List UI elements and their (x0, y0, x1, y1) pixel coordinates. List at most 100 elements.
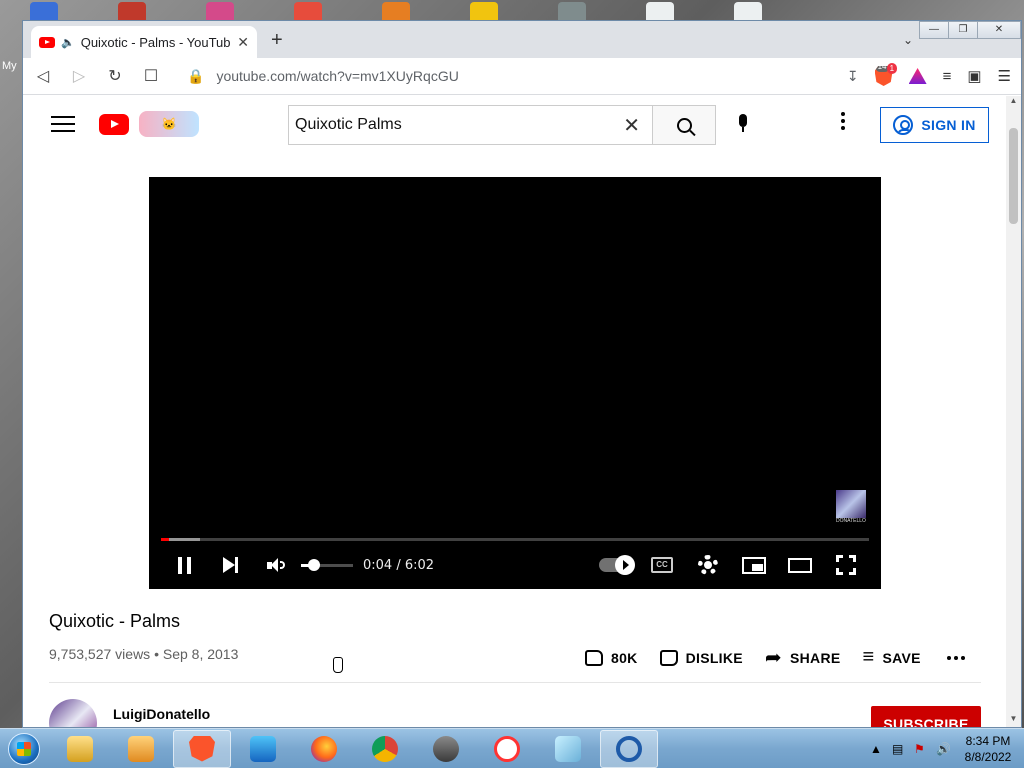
taskbar-yandex[interactable] (478, 730, 536, 768)
taskbar-chrome[interactable] (356, 730, 414, 768)
volume-knob[interactable] (308, 558, 320, 571)
taskbar-notepad[interactable] (539, 730, 597, 768)
fullscreen-icon (836, 555, 856, 575)
scrollbar-thumb[interactable] (1009, 128, 1018, 224)
save-label: SAVE (882, 649, 921, 666)
pause-button[interactable] (161, 541, 207, 589)
pause-icon (177, 556, 191, 574)
tab-strip: 🔈 Quixotic - Palms - YouTube ✕ + ⌄ — ❐ ✕ (23, 21, 1021, 58)
search-icon (676, 117, 692, 133)
like-button[interactable]: 80K (585, 649, 638, 666)
playlist-icon[interactable]: ≡ (943, 68, 952, 85)
clock-time: 8:34 PM (965, 734, 1011, 748)
share-button[interactable]: ➦ SHARE (765, 645, 841, 670)
network-icon[interactable]: ▤ (892, 742, 906, 756)
taskbar-raccoon-app[interactable] (417, 730, 475, 768)
taskbar-active-app[interactable] (600, 729, 658, 768)
show-hidden-icons-icon[interactable]: ▲ (870, 742, 884, 756)
more-actions-icon[interactable] (946, 655, 965, 660)
playlist-add-icon: ≡ (862, 646, 875, 668)
download-icon[interactable]: ↧ (847, 68, 859, 85)
watermark-text: DONATELLO (836, 518, 866, 524)
wallet-icon[interactable]: ▣ (967, 67, 981, 85)
tab-title: Quixotic - Palms - YouTube (80, 34, 232, 50)
tab-search-chevron-down-icon[interactable]: ⌄ (903, 33, 913, 47)
scroll-down-icon[interactable]: ▼ (1006, 714, 1021, 727)
search-input[interactable]: Quixotic Palms ✕ (288, 105, 652, 145)
dislike-button[interactable]: DISLIKE (659, 649, 743, 666)
miniplayer-icon (742, 556, 766, 574)
sign-in-label: SIGN IN (921, 117, 976, 133)
subscribe-button[interactable]: SUBSCRIBE (871, 706, 981, 727)
cc-icon: CC (651, 557, 673, 573)
youtube-doodle-icon[interactable]: 🐱 (139, 111, 199, 137)
brave-rewards-icon[interactable] (908, 68, 927, 84)
speaker-icon[interactable]: 🔊 (936, 742, 951, 756)
taskbar-wps[interactable] (234, 730, 292, 768)
next-icon (222, 557, 238, 573)
address-bar[interactable]: 🔒 youtube.com/watch?v=mv1XUyRqcGU ↧ (177, 68, 859, 85)
youtube-header: 🐱 Quixotic Palms ✕ SIGN IN (23, 96, 1007, 152)
miniplayer-button[interactable] (731, 541, 777, 589)
search-query[interactable]: Quixotic Palms (295, 116, 623, 134)
system-tray: ▲ ▤ ⚑ 🔊 8:34 PM 8/8/2022 (870, 729, 1024, 768)
tab-youtube[interactable]: 🔈 Quixotic - Palms - YouTube ✕ (31, 26, 257, 58)
search-button[interactable] (652, 105, 716, 145)
back-button[interactable]: ◁ (33, 66, 53, 86)
channel-name[interactable]: LuigiDonatello (113, 706, 210, 722)
yandex-icon (494, 735, 520, 762)
restore-button[interactable]: ❐ (948, 21, 978, 39)
bookmark-icon[interactable]: ☐ (141, 66, 161, 86)
like-count: 80K (611, 649, 638, 666)
settings-button[interactable] (685, 541, 731, 589)
video-player[interactable]: DONATELLO 0:04 / 6:02 CC (149, 177, 881, 589)
video-actions: 80K DISLIKE ➦ SHARE ≡ SAVE (585, 645, 965, 670)
thumbs-up-icon (585, 649, 603, 666)
player-controls: 0:04 / 6:02 CC (149, 541, 881, 589)
audio-playing-icon[interactable]: 🔈 (61, 36, 75, 49)
gear-icon (698, 555, 718, 575)
minimize-button[interactable]: — (919, 21, 949, 39)
media-player-icon (128, 735, 154, 762)
share-icon: ➦ (764, 647, 782, 669)
autoplay-toggle[interactable] (593, 541, 639, 589)
mute-button[interactable] (253, 541, 299, 589)
taskbar-file-explorer[interactable] (51, 730, 109, 768)
sign-in-button[interactable]: SIGN IN (880, 107, 989, 143)
volume-slider[interactable] (301, 558, 353, 571)
extension-area: 14 1 ≡ ▣ ☰ (874, 62, 1011, 86)
clock[interactable]: 8:34 PM 8/8/2022 (958, 733, 1018, 765)
forward-button[interactable]: ▷ (69, 66, 89, 86)
page-scrollbar[interactable]: ▲ ▼ (1006, 96, 1021, 727)
lock-icon[interactable]: 🔒 (187, 68, 204, 85)
close-tab-icon[interactable]: ✕ (237, 34, 249, 51)
taskbar-firefox[interactable] (295, 730, 353, 768)
watermark-logo-icon (836, 490, 866, 518)
clear-search-icon[interactable]: ✕ (623, 113, 640, 138)
save-button[interactable]: ≡ SAVE (863, 646, 921, 669)
channel-watermark[interactable]: DONATELLO (833, 490, 869, 526)
taskbar-brave[interactable] (173, 729, 231, 768)
wps-icon (250, 735, 276, 762)
channel-avatar[interactable] (49, 699, 97, 727)
url-text[interactable]: youtube.com/watch?v=mv1XUyRqcGU (216, 68, 834, 84)
reload-button[interactable]: ↻ (105, 66, 125, 86)
start-button[interactable] (0, 730, 48, 768)
scroll-up-icon[interactable]: ▲ (1006, 96, 1021, 111)
next-button[interactable] (207, 541, 253, 589)
close-window-button[interactable]: ✕ (977, 21, 1021, 39)
menu-icon[interactable]: ☰ (998, 67, 1011, 85)
fullscreen-button[interactable] (823, 541, 869, 589)
taskbar-media-player[interactable] (112, 730, 170, 768)
subtitles-button[interactable]: CC (639, 541, 685, 589)
mouse-cursor-icon (333, 657, 347, 677)
new-tab-button[interactable]: + (271, 29, 283, 52)
theater-mode-button[interactable] (777, 541, 823, 589)
settings-more-icon[interactable] (841, 112, 845, 130)
voice-search-icon[interactable] (733, 114, 753, 136)
volume-icon (267, 558, 285, 572)
action-center-icon[interactable]: ⚑ (914, 742, 928, 756)
guide-menu-icon[interactable] (51, 116, 75, 132)
youtube-logo-icon[interactable] (99, 113, 129, 135)
firefox-icon (311, 735, 337, 762)
